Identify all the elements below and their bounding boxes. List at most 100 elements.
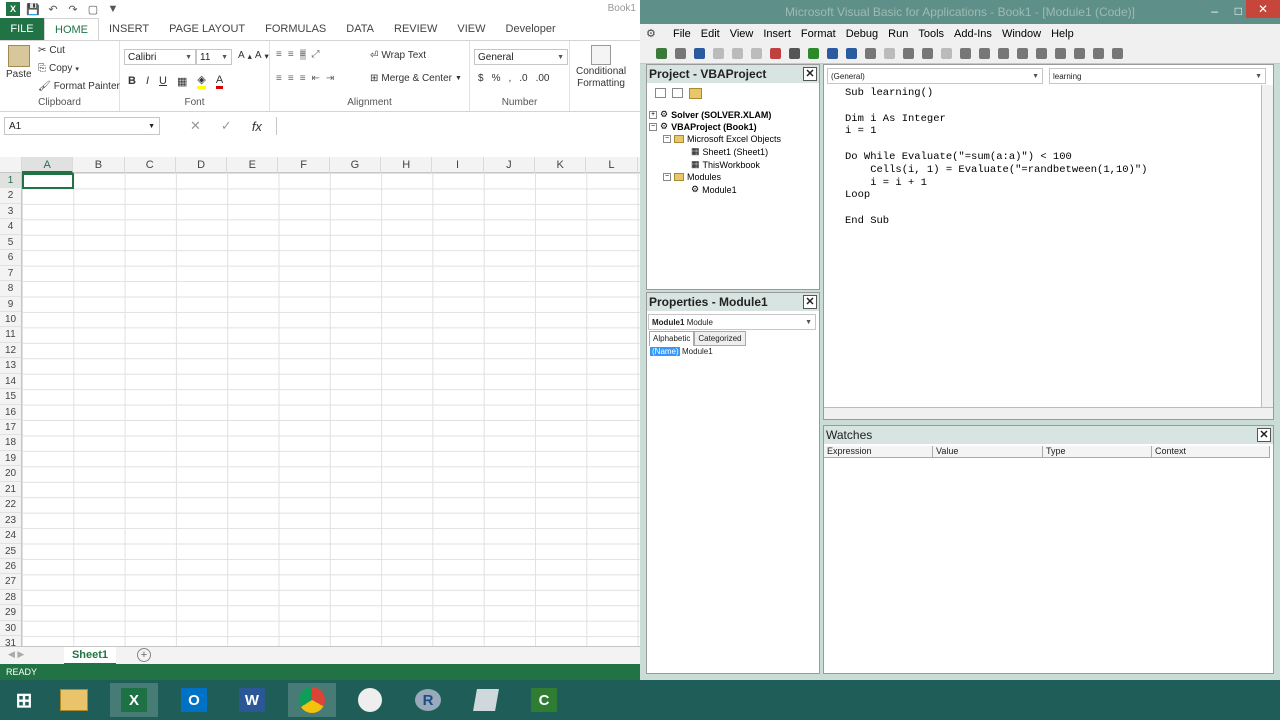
outdent-icon[interactable]: ⇤ [312,73,320,84]
align-left-icon[interactable]: ≡ [276,73,282,84]
toolbar-button-icon[interactable] [1055,48,1066,59]
function-icon[interactable]: fx [252,119,262,134]
decrease-decimal-icon[interactable]: .00 [536,73,550,84]
toolbar-button-icon[interactable] [656,48,667,59]
excel-icon[interactable]: X [110,683,158,717]
toolbar-button-icon[interactable] [979,48,990,59]
collapse-icon[interactable]: − [649,122,657,131]
toolbar-button-icon[interactable] [732,48,743,59]
tab-home[interactable]: HOME [44,18,99,40]
column-header-a[interactable]: A [22,157,74,173]
tree-module1[interactable]: ⚙ Module1 [691,184,737,195]
select-all-corner[interactable] [0,157,22,173]
increase-decimal-icon[interactable]: .0 [519,73,527,84]
row-header-19[interactable]: 19 [0,451,21,467]
menu-window[interactable]: Window [997,28,1046,40]
toolbar-button-icon[interactable] [1036,48,1047,59]
object-select[interactable]: (General) ▼ [827,68,1043,84]
row-header-27[interactable]: 27 [0,574,21,590]
toolbar-button-icon[interactable] [922,48,933,59]
tab-insert[interactable]: INSERT [99,18,159,40]
code-editor[interactable]: Sub learning() Dim i As Integer i = 1 Do … [845,87,1147,228]
tree-sheet1[interactable]: ▦ Sheet1 (Sheet1) [691,146,768,157]
font-name-select[interactable]: Calibri ▼ [124,49,196,65]
toolbar-button-icon[interactable] [751,48,762,59]
row-header-21[interactable]: 21 [0,482,21,498]
app-icon[interactable] [462,683,510,717]
row-header-15[interactable]: 15 [0,389,21,405]
properties-object-select[interactable]: Module1 Module ▼ [648,314,816,330]
filter-icon[interactable]: ▼ [106,2,120,16]
row-header-23[interactable]: 23 [0,513,21,529]
name-box[interactable]: A1 ▼ [4,117,160,135]
column-header-g[interactable]: G [330,157,382,173]
font-color-icon[interactable]: A [215,74,224,89]
row-header-17[interactable]: 17 [0,420,21,436]
tab-page-layout[interactable]: PAGE LAYOUT [159,18,255,40]
menu-add-ins[interactable]: Add-Ins [949,28,997,40]
menu-format[interactable]: Format [796,28,841,40]
view-object-icon[interactable] [672,88,683,98]
row-header-7[interactable]: 7 [0,266,21,282]
column-header-l[interactable]: L [586,157,638,173]
toolbar-button-icon[interactable] [1074,48,1085,59]
active-cell[interactable] [22,173,74,189]
borders-icon[interactable]: ▦ [177,75,187,88]
row-header-16[interactable]: 16 [0,405,21,420]
toolbar-button-icon[interactable] [865,48,876,59]
row-header-4[interactable]: 4 [0,219,21,235]
paint-icon[interactable] [346,683,394,717]
row-header-12[interactable]: 12 [0,343,21,359]
row-header-28[interactable]: 28 [0,590,21,606]
column-header-e[interactable]: E [227,157,279,173]
close-icon[interactable]: ✕ [803,295,817,309]
percent-icon[interactable]: % [492,73,501,84]
minimize-icon[interactable]: ‒ [1211,4,1218,18]
tab-review[interactable]: REVIEW [384,18,447,40]
align-top-icon[interactable]: ≡ [276,49,282,60]
wrap-text-button[interactable]: ⏎ Wrap Text [370,50,426,61]
bold-button[interactable]: B [128,75,136,87]
toolbar-button-icon[interactable] [694,48,705,59]
redo-icon[interactable]: ↷ [66,2,80,16]
toolbar-button-icon[interactable] [827,48,838,59]
start-icon[interactable]: ⊞ [0,683,48,717]
comma-icon[interactable]: , [508,73,511,84]
row-header-26[interactable]: 26 [0,559,21,575]
row-header-22[interactable]: 22 [0,497,21,513]
view-code-icon[interactable] [655,88,666,98]
word-icon[interactable]: W [228,683,276,717]
row-header-8[interactable]: 8 [0,281,21,297]
column-header-f[interactable]: F [279,157,330,173]
horizontal-scrollbar[interactable] [824,407,1273,419]
indent-icon[interactable]: ⇥ [326,73,334,84]
close-icon[interactable]: ✕ [1246,0,1280,18]
row-header-24[interactable]: 24 [0,528,21,544]
row-header-6[interactable]: 6 [0,250,21,266]
column-header-d[interactable]: D [176,157,228,173]
file-explorer-icon[interactable] [50,683,98,717]
currency-icon[interactable]: $ [478,73,484,84]
row-header-1[interactable]: 1 [0,173,21,189]
new-icon[interactable]: ▢ [86,2,100,16]
enter-icon[interactable]: ✓ [221,118,232,134]
column-header-b[interactable]: B [73,157,125,173]
expand-icon[interactable]: + [649,110,657,119]
maximize-icon[interactable]: □ [1235,4,1242,18]
camtasia-icon[interactable]: C [520,683,568,717]
menu-tools[interactable]: Tools [913,28,949,40]
scroll-left-icon[interactable]: ◀ ▶ [8,649,24,660]
merge-center-button[interactable]: ⊞ Merge & Center ▼ [370,73,462,84]
toolbar-button-icon[interactable] [941,48,952,59]
toolbar-button-icon[interactable] [1112,48,1123,59]
row-header-29[interactable]: 29 [0,605,21,621]
font-grow-shrink[interactable]: A ▴ A ▾ [238,50,269,61]
align-bottom-icon[interactable]: ≡ [299,49,306,60]
row-header-20[interactable]: 20 [0,466,21,482]
row-header-25[interactable]: 25 [0,544,21,559]
add-sheet-icon[interactable]: + [137,648,151,662]
toolbar-button-icon[interactable] [998,48,1009,59]
formula-input[interactable] [276,117,640,135]
close-icon[interactable]: ✕ [803,67,817,81]
row-header-9[interactable]: 9 [0,297,21,312]
